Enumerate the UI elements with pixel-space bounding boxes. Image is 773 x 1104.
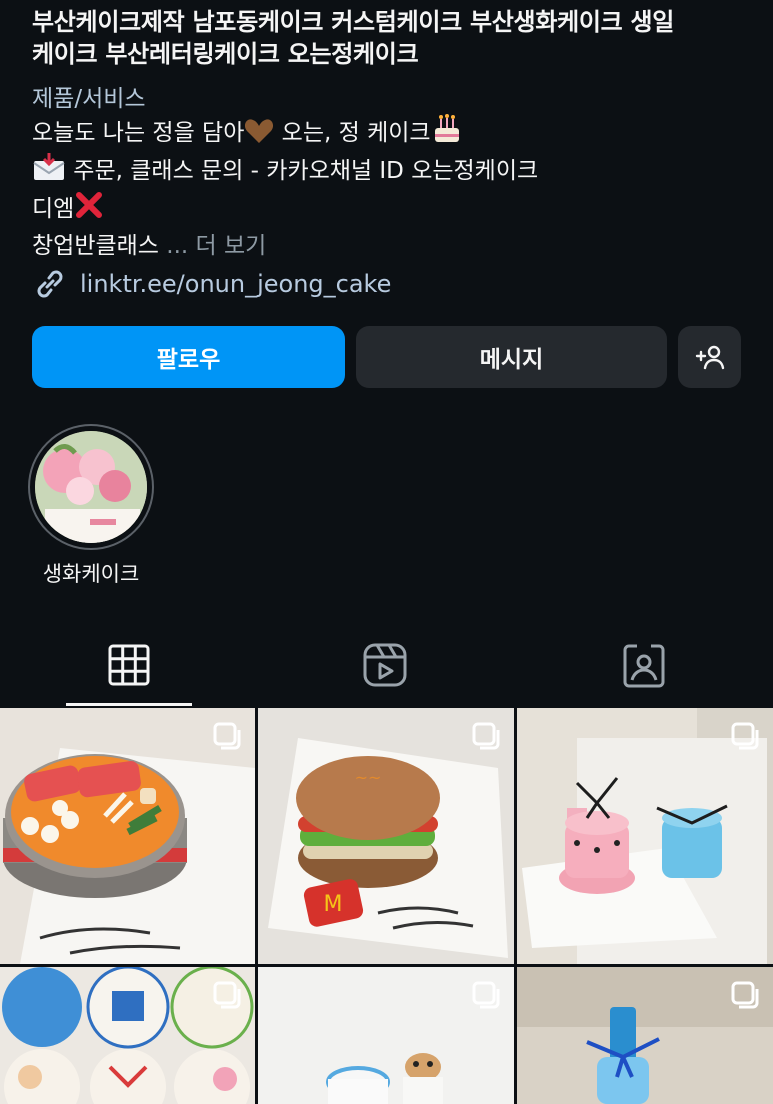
profile-name-line2: 케이크 부산레터링케이크 오는정케이크	[32, 40, 419, 68]
multiple-photos-icon	[731, 981, 759, 1009]
grid-icon	[108, 644, 150, 686]
profile-bio: 부산케이크제작 남포동케이크 커스텀케이크 부산생화케이크 생일 케이크 부산레…	[32, 6, 752, 265]
bio-line-3: 디엠	[32, 190, 752, 228]
svg-text:M: M	[324, 892, 343, 917]
post-tile[interactable]	[258, 967, 514, 1104]
multiple-photos-icon	[472, 981, 500, 1009]
highlight-thumbnail	[35, 431, 147, 543]
multiple-photos-icon	[731, 722, 759, 750]
multiple-photos-icon	[213, 981, 241, 1009]
cross-mark-icon	[76, 192, 103, 218]
add-person-button[interactable]	[678, 326, 741, 388]
highlight-label: 생화케이크	[42, 562, 140, 586]
envelope-inbox-icon	[33, 153, 65, 180]
bio-line-4: 창업반클래스 ... 더 보기	[32, 233, 267, 259]
add-person-icon	[695, 345, 724, 370]
profile-category[interactable]: 제품/서비스	[32, 84, 752, 114]
active-tab-indicator	[66, 703, 192, 706]
birthday-cake-icon	[434, 114, 459, 142]
story-highlight[interactable]	[28, 424, 154, 550]
multiple-photos-icon	[213, 722, 241, 750]
profile-name: 부산케이크제작 남포동케이크 커스텀케이크 부산생화케이크 생일 케이크 부산레…	[32, 6, 752, 70]
post-tile[interactable]	[0, 967, 255, 1104]
tab-grid[interactable]	[106, 642, 152, 688]
brown-heart-icon	[245, 119, 274, 143]
more-link[interactable]: ... 더 보기	[159, 233, 266, 259]
svg-text:~~: ~~	[355, 768, 382, 787]
multiple-photos-icon	[472, 722, 500, 750]
profile-name-line1: 부산케이크제작 남포동케이크 커스텀케이크 부산생화케이크 생일	[32, 8, 675, 36]
reels-icon	[363, 643, 407, 687]
tab-tagged[interactable]	[621, 642, 667, 688]
post-tile[interactable]: ~~ M	[258, 708, 514, 964]
post-tile[interactable]	[517, 967, 773, 1104]
post-tile[interactable]	[0, 708, 255, 964]
post-tile[interactable]	[517, 708, 773, 964]
link-icon	[37, 270, 63, 298]
tagged-icon	[623, 644, 665, 688]
bio-line-2: 주문, 클래스 문의 - 카카오채널 ID 오는정케이크	[32, 152, 752, 190]
link-text[interactable]: linktr.ee/onun_jeong_cake	[80, 270, 391, 298]
message-button[interactable]: 메시지	[356, 326, 667, 388]
profile-tabs	[0, 620, 773, 708]
bio-line-1: 오늘도 나는 정을 담아 오는, 정 케이크	[32, 114, 752, 152]
follow-button[interactable]: 팔로우	[32, 326, 345, 388]
tab-reels[interactable]	[362, 642, 408, 688]
profile-link[interactable]: linktr.ee/onun_jeong_cake	[32, 266, 391, 302]
